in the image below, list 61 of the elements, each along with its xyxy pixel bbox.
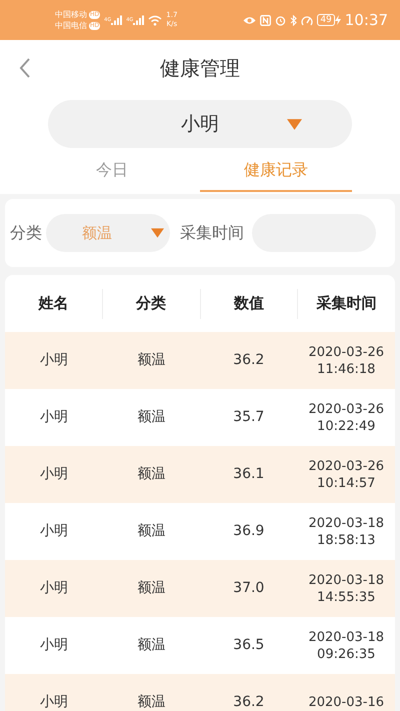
date-text: 2020-03-26 (308, 344, 384, 360)
table-cell-text: 小明 (38, 465, 69, 484)
time-text: 14:55:35 (317, 588, 376, 606)
table-cell-text: 额温 (136, 522, 166, 541)
time-text: 11:46:18 (317, 360, 376, 378)
nfc-icon (260, 14, 272, 26)
table-cell-text: 额温 (136, 579, 166, 598)
table-cell-text: 小明 (38, 522, 69, 541)
wifi-icon (148, 14, 162, 26)
table-cell-text: 36.9 (232, 522, 266, 541)
alarm-icon (275, 14, 286, 26)
caret-icon (151, 228, 164, 238)
column-header: 采集时间 (297, 288, 395, 318)
gauge-icon (301, 14, 314, 26)
time-text: 10:14:57 (317, 474, 376, 492)
eye-icon (243, 16, 256, 24)
table-cell-text: 小明 (38, 693, 69, 711)
table-cell-text: 额温 (136, 408, 166, 427)
table-cell-text: 35.7 (232, 408, 266, 427)
column-header: 分类 (102, 288, 200, 318)
date-text: 2020-03-26 (308, 400, 384, 418)
page-title: 健康管理 (160, 54, 240, 82)
time-text: 10:22:49 (317, 418, 376, 434)
date-text: 2020-03-26 (308, 458, 384, 474)
charging-icon (334, 15, 341, 25)
tab[interactable]: 今日 (24, 150, 200, 192)
signal-icon (111, 15, 122, 25)
date-text: 2020-03-18 (308, 572, 384, 588)
carrier-name: 中国移动 (55, 9, 87, 20)
table-cell-text: 36.5 (232, 636, 266, 655)
back-icon (19, 58, 31, 78)
category-dropdown[interactable]: 额温 (46, 214, 170, 252)
table-cell-text: 36.2 (232, 351, 266, 370)
date-text: 2020-03-18 (308, 514, 384, 532)
table-cell-text: 小明 (38, 636, 69, 655)
tab[interactable]: 健康记录 (200, 150, 352, 192)
table-cell-text: 小明 (38, 408, 69, 427)
bluetooth-icon (290, 14, 298, 26)
date-text: 2020-03-16 (308, 694, 384, 711)
filter-label: 采集时间 (180, 222, 244, 244)
time-text: 09:26:35 (317, 646, 376, 662)
table-cell-text: 36.2 (232, 693, 266, 711)
date-text: 2020-03-18 (308, 628, 384, 646)
column-header: 姓名 (37, 293, 70, 314)
table-cell-text: 额温 (136, 465, 166, 484)
column-header: 数值 (200, 288, 298, 318)
table-cell-text: 37.0 (232, 579, 266, 598)
table-cell-text: 额温 (136, 636, 166, 655)
table-cell-text: 36.1 (232, 465, 266, 484)
table-cell-text: 小明 (38, 351, 69, 370)
battery-level: 49 (317, 14, 335, 26)
filter-label: 分类 (10, 222, 42, 244)
person-dropdown[interactable]: 小明 (48, 100, 352, 148)
table-cell-text: 额温 (136, 693, 166, 711)
table-cell-text: 小明 (38, 579, 69, 598)
carrier-name: 中国电信 (55, 20, 87, 31)
time-text: 18:58:13 (317, 532, 376, 548)
caret-icon (287, 118, 302, 130)
signal-icon (133, 15, 144, 25)
table-cell-text: 额温 (136, 351, 166, 370)
clock-time: 10:37 (344, 10, 388, 31)
